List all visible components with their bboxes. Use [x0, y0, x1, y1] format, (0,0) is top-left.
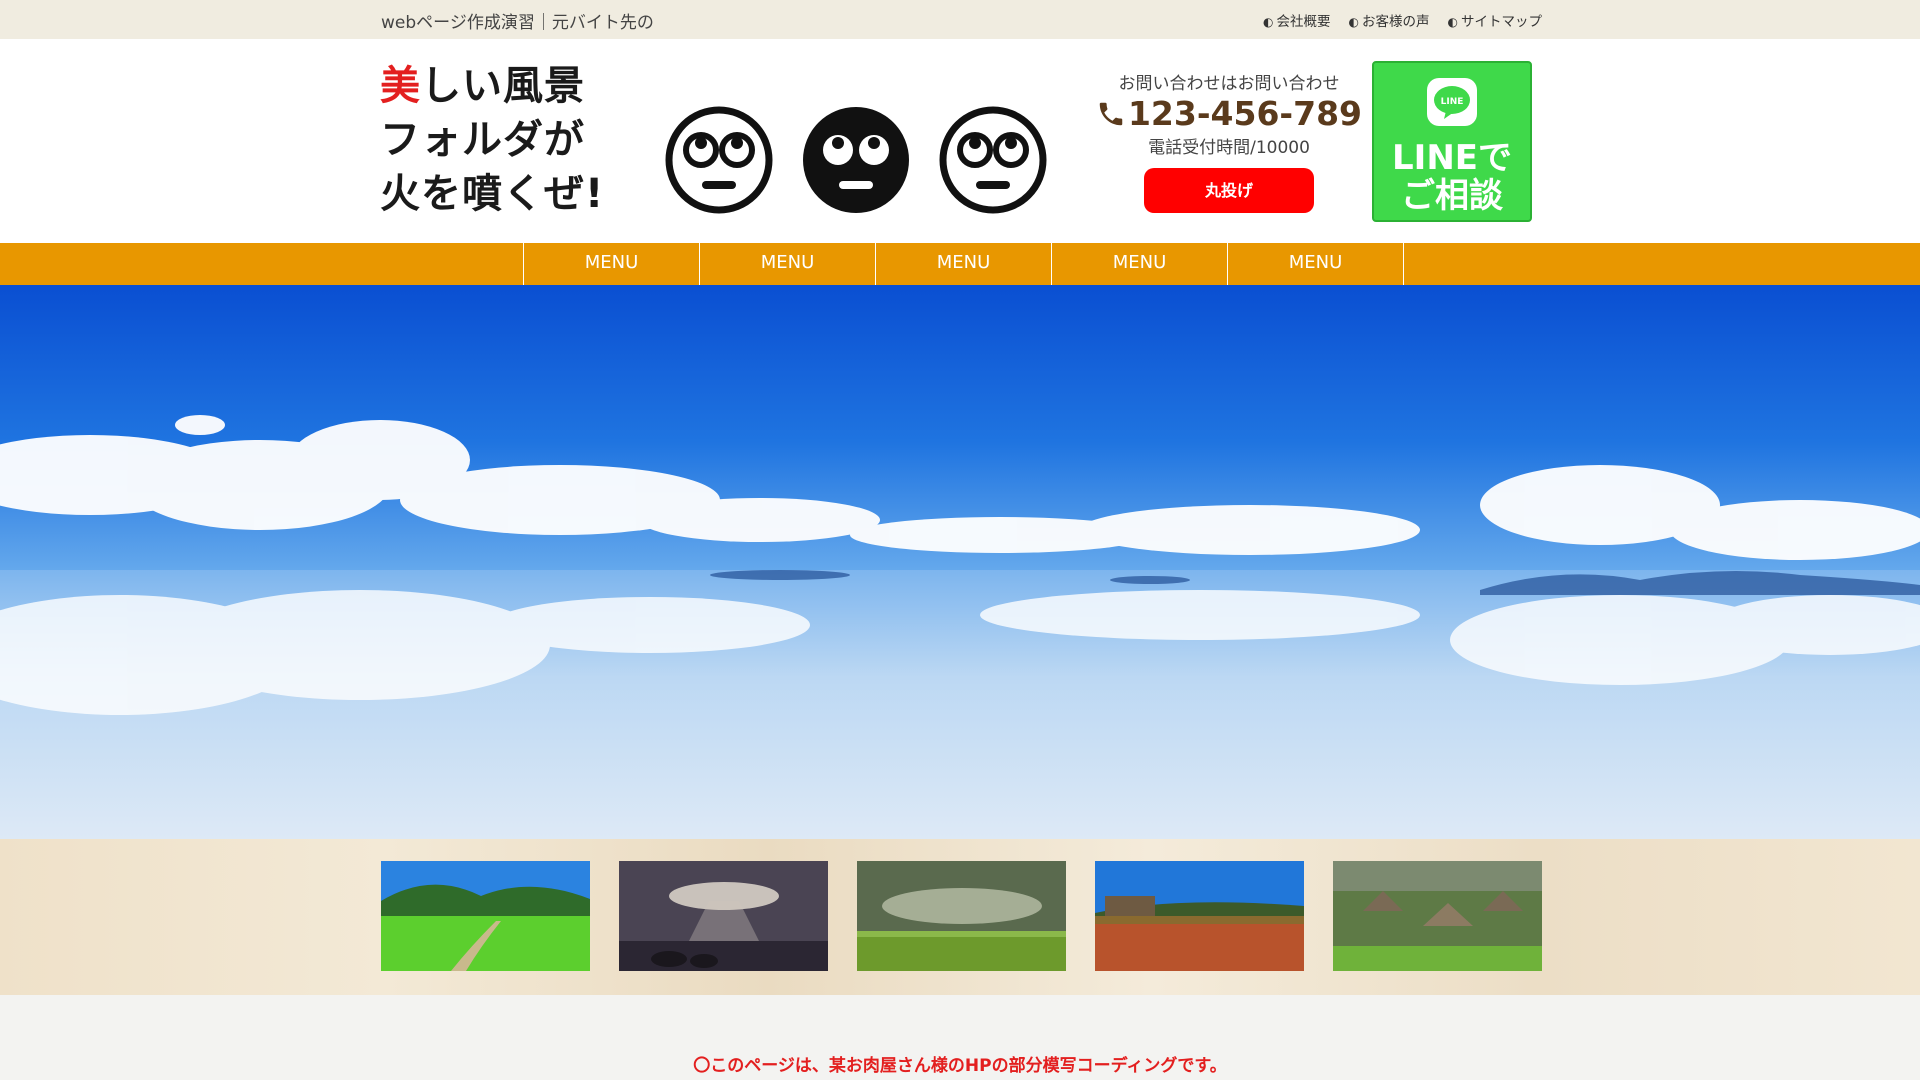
thumbnail-band	[0, 839, 1920, 995]
thumbnail-row	[381, 861, 1542, 971]
thumbnail-3[interactable]	[857, 861, 1066, 971]
reception-hours: 電話受付時間/10000	[1148, 138, 1310, 158]
half-circle-icon: ◐	[1447, 15, 1458, 29]
face-icons	[664, 105, 1048, 215]
salt-flat-sky-reflection-photo	[0, 285, 1920, 839]
nav-item-4[interactable]: MENU	[1052, 243, 1228, 285]
site-header: 美しい風景 フォルダが 火を噴くぜ! お問い合わせはお問い合わせ 123-456…	[0, 39, 1920, 243]
site-logo[interactable]: 美しい風景 フォルダが 火を噴くぜ!	[380, 59, 604, 221]
link-sitemap[interactable]: ◐ サイトマップ	[1448, 10, 1542, 30]
nav-items: MENU MENU MENU MENU MENU	[523, 243, 1404, 285]
rolling-eyes-face-outline-icon	[665, 106, 773, 214]
cloudy-meadow-photo	[857, 861, 1066, 971]
half-circle-icon: ◐	[1348, 15, 1360, 29]
flower-field-tank-photo	[1095, 861, 1304, 971]
top-utility-bar: webページ作成演習｜元バイト先の ◐ 会社概要 ◐ お客様の声 ◐ サイトマップ	[0, 0, 1920, 39]
phone-number-text: 123-456-789	[1127, 94, 1363, 133]
thumbnail-2[interactable]	[619, 861, 828, 971]
rolling-eyes-face-outline-icon	[939, 106, 1047, 214]
contact-label: お問い合わせはお問い合わせ	[1118, 74, 1340, 94]
link-company-overview[interactable]: ◐ 会社概要	[1263, 10, 1330, 30]
notice-section: 〇このページは、某お肉屋さん様のHPの部分模写コーディングです。	[0, 995, 1920, 1080]
thumbnail-1[interactable]	[381, 861, 590, 971]
utility-links: ◐ 会社概要 ◐ お客様の声 ◐ サイトマップ	[1263, 10, 1542, 30]
link-customer-voices[interactable]: ◐ お客様の声	[1349, 10, 1430, 30]
hero-image	[0, 285, 1920, 839]
half-circle-icon: ◐	[1263, 15, 1274, 29]
rolling-eyes-face-filled-icon	[803, 107, 909, 213]
cta-button[interactable]: 丸投げ	[1144, 168, 1314, 213]
phone-icon	[1099, 102, 1123, 125]
line-consult-button[interactable]: LINE LINEで ご相談	[1372, 61, 1532, 222]
line-button-label: LINEで ご相談	[1392, 138, 1512, 216]
phone-number[interactable]: 123-456-789	[1086, 94, 1372, 133]
site-tagline: webページ作成演習｜元バイト先の	[381, 13, 654, 33]
logo-line-3: 火を噴くぜ!	[380, 171, 605, 217]
line-icon: LINE	[1427, 78, 1477, 126]
logo-accent-char: 美	[380, 63, 421, 109]
nav-item-2[interactable]: MENU	[700, 243, 876, 285]
village-aerial-photo	[1333, 861, 1542, 971]
nav-item-3[interactable]: MENU	[876, 243, 1052, 285]
sunbeam-sea-photo	[619, 861, 828, 971]
logo-line-2: フォルダが	[380, 117, 585, 163]
logo-line-1: 美しい風景	[380, 63, 585, 109]
nav-item-1[interactable]: MENU	[524, 243, 700, 285]
contact-block: お問い合わせはお問い合わせ 123-456-789 電話受付時間/10000 丸…	[1086, 69, 1372, 213]
nav-item-5[interactable]: MENU	[1228, 243, 1404, 285]
green-hills-path-photo	[381, 861, 590, 971]
global-nav: MENU MENU MENU MENU MENU	[0, 243, 1920, 285]
thumbnail-5[interactable]	[1333, 861, 1542, 971]
notice-text: 〇このページは、某お肉屋さん様のHPの部分模写コーディングです。	[693, 1056, 1227, 1076]
line-icon-text: LINE	[1441, 97, 1464, 107]
thumbnail-4[interactable]	[1095, 861, 1304, 971]
